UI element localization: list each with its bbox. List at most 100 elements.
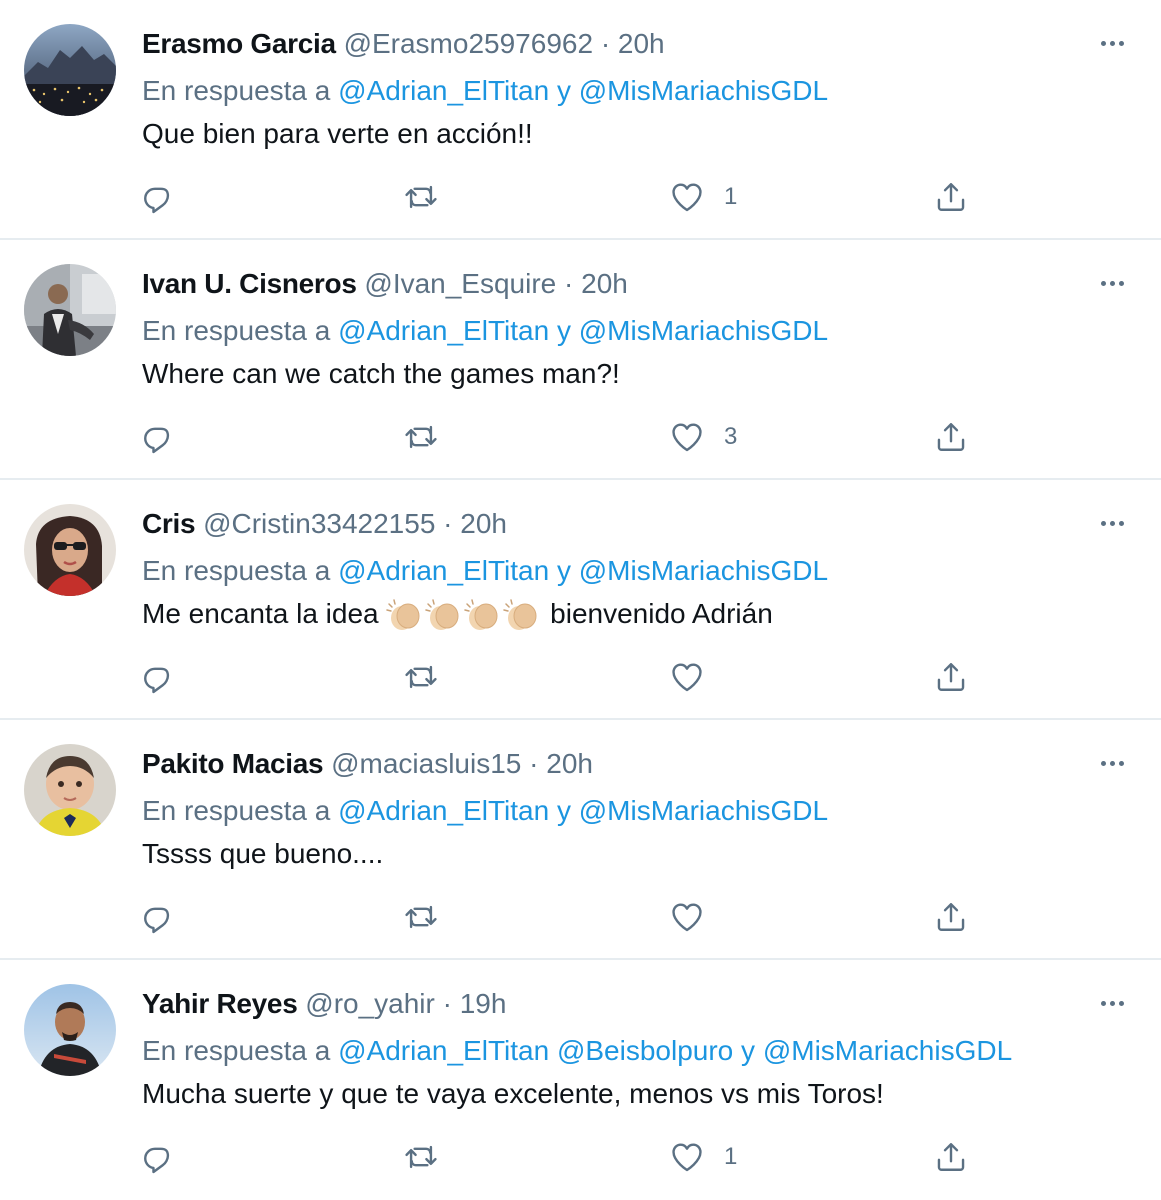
share-icon — [934, 1140, 968, 1174]
mention-link[interactable]: @MisMariachisGDL — [579, 75, 828, 106]
tweet-actions: 1 — [0, 1135, 1161, 1179]
handle-and-time[interactable]: @maciasluis15 · 20h — [331, 748, 593, 779]
display-name[interactable]: Yahir Reyes — [142, 988, 298, 1019]
reply-context: En respuesta a @Adrian_ElTitan y @MisMar… — [142, 73, 828, 109]
like-button[interactable]: 1 — [670, 1135, 737, 1179]
reply-button[interactable] — [141, 895, 175, 939]
heart-icon — [670, 420, 704, 454]
reply-prefix: En respuesta a — [142, 1035, 331, 1066]
clapping-hands-icon — [464, 598, 498, 630]
tweet[interactable]: Pakito Macias @maciasluis15 · 20h En res… — [0, 720, 1161, 960]
handle-and-time[interactable]: @ro_yahir · 19h — [305, 988, 506, 1019]
clap-emoji-group — [386, 598, 550, 630]
tweet-header: Ivan U. Cisneros @Ivan_Esquire · 20h — [142, 266, 628, 302]
tweet-text: Que bien para verte en acción!! — [142, 118, 533, 149]
mention-link[interactable]: @Adrian_ElTitan — [338, 795, 549, 826]
reply-button[interactable] — [141, 415, 175, 459]
tweet[interactable]: Erasmo Garcia @Erasmo25976962 · 20h En r… — [0, 0, 1161, 240]
avatar[interactable] — [24, 744, 116, 836]
reply-context: En respuesta a @Adrian_ElTitan y @MisMar… — [142, 793, 828, 829]
tweet[interactable]: Cris @Cristin33422155 · 20h En respuesta… — [0, 480, 1161, 720]
avatar[interactable] — [24, 504, 116, 596]
reply-icon — [141, 660, 175, 694]
mention-link[interactable]: @Adrian_ElTitan — [338, 315, 549, 346]
share-button[interactable] — [934, 1135, 968, 1179]
tweet-actions — [0, 655, 1161, 699]
retweet-button[interactable] — [404, 895, 438, 939]
reply-icon — [141, 420, 175, 454]
handle-and-time[interactable]: @Cristin33422155 · 20h — [203, 508, 507, 539]
more-icon[interactable] — [1092, 988, 1132, 1018]
more-icon[interactable] — [1092, 508, 1132, 538]
like-button[interactable] — [670, 655, 724, 699]
retweet-button[interactable] — [404, 175, 438, 219]
retweet-button[interactable] — [404, 1135, 438, 1179]
tweet-header: Erasmo Garcia @Erasmo25976962 · 20h — [142, 26, 665, 62]
tweet-text-part: Me encanta la idea — [142, 598, 379, 629]
tweet-text: Where can we catch the games man?! — [142, 358, 620, 389]
display-name[interactable]: Erasmo Garcia — [142, 28, 336, 59]
handle-and-time[interactable]: @Ivan_Esquire · 20h — [364, 268, 627, 299]
more-icon[interactable] — [1092, 28, 1132, 58]
reply-context: En respuesta a @Adrian_ElTitan y @MisMar… — [142, 553, 828, 589]
reply-button[interactable] — [141, 1135, 175, 1179]
display-name[interactable]: Pakito Macias — [142, 748, 324, 779]
avatar-image — [24, 984, 116, 1076]
handle-and-time[interactable]: @Erasmo25976962 · 20h — [344, 28, 665, 59]
share-button[interactable] — [934, 895, 968, 939]
tweet-text: Tssss que bueno.... — [142, 838, 384, 869]
share-button[interactable] — [934, 655, 968, 699]
tweet[interactable]: Ivan U. Cisneros @Ivan_Esquire · 20h En … — [0, 240, 1161, 480]
avatar[interactable] — [24, 24, 116, 116]
avatar-image — [24, 744, 116, 836]
like-button[interactable]: 1 — [670, 175, 737, 219]
mention-link[interactable]: @Adrian_ElTitan — [338, 75, 549, 106]
reply-button[interactable] — [141, 175, 175, 219]
display-name[interactable]: Cris — [142, 508, 196, 539]
more-icon[interactable] — [1092, 268, 1132, 298]
mention-link[interactable]: @MisMariachisGDL — [579, 315, 828, 346]
reply-icon — [141, 180, 175, 214]
mention-joiner: y — [556, 315, 571, 346]
mention-link[interactable]: @MisMariachisGDL — [763, 1035, 1012, 1066]
share-icon — [934, 900, 968, 934]
mention-link[interactable]: @Beisbolpuro — [557, 1035, 733, 1066]
tweet-text: Mucha suerte y que te vaya excelente, me… — [142, 1078, 884, 1109]
share-button[interactable] — [934, 175, 968, 219]
reply-button[interactable] — [141, 655, 175, 699]
avatar[interactable] — [24, 984, 116, 1076]
more-icon[interactable] — [1092, 748, 1132, 778]
tweet-actions: 3 — [0, 415, 1161, 459]
reply-icon — [141, 1140, 175, 1174]
tweet-header: Yahir Reyes @ro_yahir · 19h — [142, 986, 506, 1022]
like-button[interactable] — [670, 895, 724, 939]
reply-context: En respuesta a @Adrian_ElTitan y @MisMar… — [142, 313, 828, 349]
like-count: 3 — [724, 423, 738, 450]
tweet-actions: 1 — [0, 175, 1161, 219]
display-name[interactable]: Ivan U. Cisneros — [142, 268, 357, 299]
tweet-header: Pakito Macias @maciasluis15 · 20h — [142, 746, 593, 782]
tweet[interactable]: Yahir Reyes @ro_yahir · 19h En respuesta… — [0, 960, 1161, 1200]
avatar-image — [24, 24, 116, 116]
like-count: 1 — [724, 183, 738, 210]
heart-icon — [670, 180, 704, 214]
retweet-icon — [404, 420, 438, 454]
share-button[interactable] — [934, 415, 968, 459]
retweet-icon — [404, 1140, 438, 1174]
share-icon — [934, 180, 968, 214]
mention-link[interactable]: @Adrian_ElTitan — [338, 1035, 549, 1066]
retweet-button[interactable] — [404, 655, 438, 699]
replies-feed: Erasmo Garcia @Erasmo25976962 · 20h En r… — [0, 0, 1161, 1200]
avatar[interactable] — [24, 264, 116, 356]
tweet-header: Cris @Cristin33422155 · 20h — [142, 506, 507, 542]
retweet-button[interactable] — [404, 415, 438, 459]
reply-context: En respuesta a @Adrian_ElTitan @Beisbolp… — [142, 1033, 1012, 1069]
retweet-icon — [404, 180, 438, 214]
heart-icon — [670, 1140, 704, 1174]
mention-link[interactable]: @MisMariachisGDL — [579, 795, 828, 826]
mention-link[interactable]: @MisMariachisGDL — [579, 555, 828, 586]
heart-icon — [670, 660, 704, 694]
like-button[interactable]: 3 — [670, 415, 737, 459]
mention-joiner: y — [741, 1035, 756, 1066]
mention-link[interactable]: @Adrian_ElTitan — [338, 555, 549, 586]
